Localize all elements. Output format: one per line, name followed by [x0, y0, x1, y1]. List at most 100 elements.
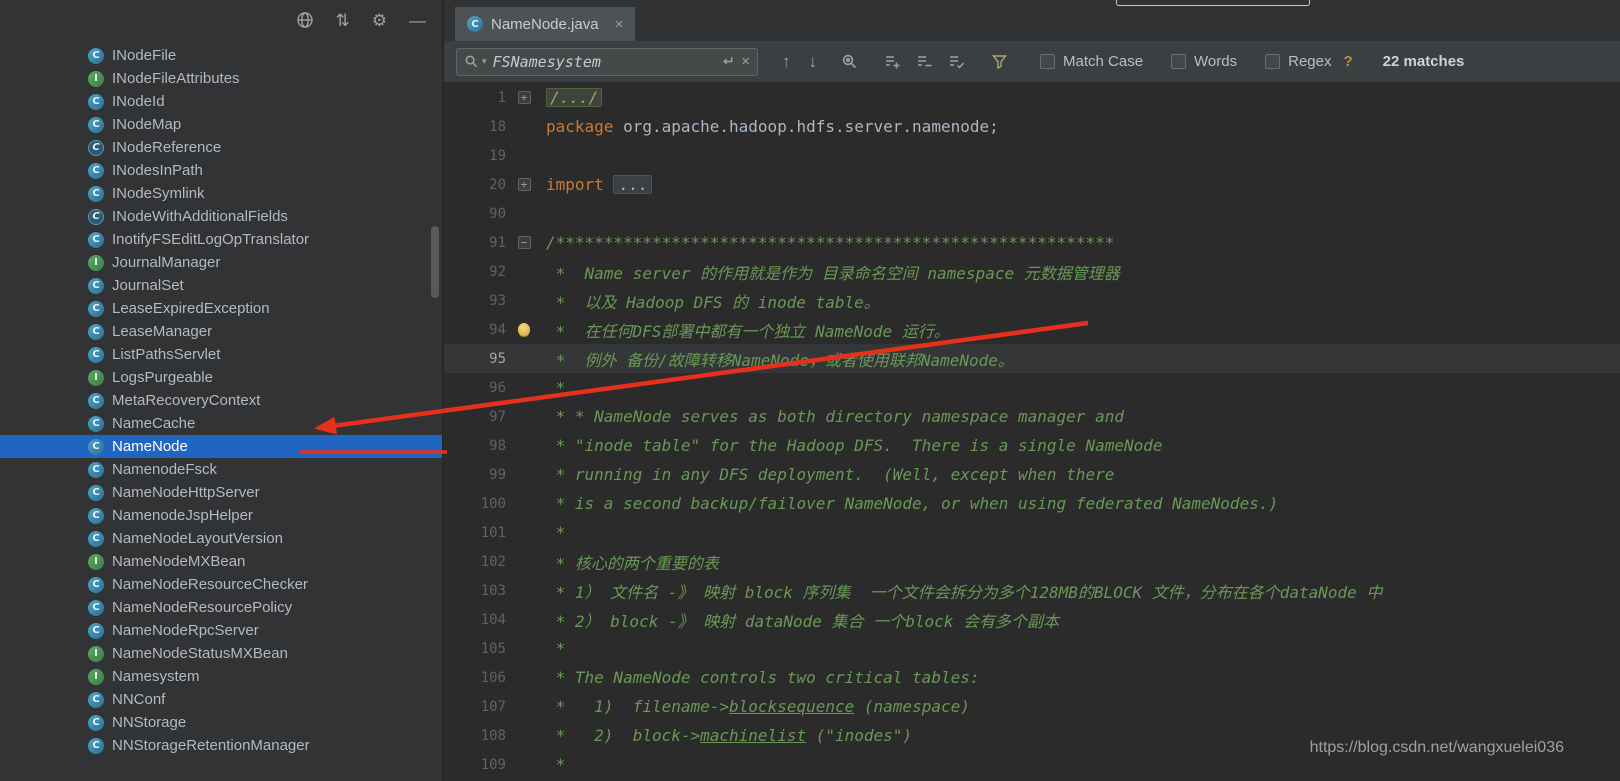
code-line[interactable]: 100 * is a second backup/failover NameNo… — [444, 489, 1620, 518]
option-match-case[interactable]: Match Case — [1040, 53, 1143, 70]
list-item[interactable]: C NameNodeResourceChecker — [0, 573, 442, 596]
list-item[interactable]: C NNStorageRetentionManager — [0, 734, 442, 757]
list-item[interactable]: C NameNodeRpcServer — [0, 619, 442, 642]
search-options-arrow-icon[interactable]: ▾ — [482, 56, 487, 67]
code-line[interactable]: 20 + import ... — [444, 170, 1620, 199]
list-item[interactable]: C INodesInPath — [0, 159, 442, 182]
newline-icon[interactable] — [720, 54, 735, 69]
code-editor[interactable]: 1 + /.../ 18 package org.apache.hadoop.hdfs.… — [444, 83, 1620, 781]
clear-search-icon[interactable]: × — [741, 53, 750, 70]
list-item[interactable]: C NNStorage — [0, 711, 442, 734]
settings-gear-icon[interactable]: ⚙ — [372, 12, 387, 29]
search-input[interactable]: ▾ FSNamesystem × — [456, 47, 758, 76]
option-words[interactable]: Words — [1171, 53, 1237, 70]
list-item[interactable]: C LeaseExpiredException — [0, 297, 442, 320]
line-number[interactable]: 90 — [444, 206, 506, 222]
list-item[interactable]: I INodeFileAttributes — [0, 67, 442, 90]
line-number[interactable]: 93 — [444, 293, 506, 309]
add-selection-icon[interactable] — [884, 53, 901, 70]
list-item[interactable]: C NameCache — [0, 412, 442, 435]
list-item[interactable]: C INodeFile — [0, 44, 442, 67]
line-number[interactable]: 95 — [444, 351, 506, 367]
prev-occurrence-icon[interactable]: ↑ — [782, 52, 791, 72]
line-number[interactable]: 96 — [444, 380, 506, 396]
list-item[interactable]: C NameNode — [0, 435, 442, 458]
code-line[interactable]: 98 * "inode table" for the Hadoop DFS. T… — [444, 431, 1620, 460]
unselect-occurrence-icon[interactable] — [916, 53, 933, 70]
list-item[interactable]: I LogsPurgeable — [0, 366, 442, 389]
line-number[interactable]: 98 — [444, 438, 506, 454]
line-number[interactable]: 1 — [444, 90, 506, 106]
next-occurrence-icon[interactable]: ↓ — [809, 52, 818, 72]
list-item[interactable]: C NamenodeFsck — [0, 458, 442, 481]
list-item[interactable]: C INodeReference — [0, 136, 442, 159]
hide-panel-icon[interactable]: — — [409, 12, 426, 29]
code-line[interactable]: 94 * 在任何DFS部署中都有一个独立 NameNode 运行。 — [444, 315, 1620, 344]
code-line[interactable]: 95 * 例外 备份/故障转移NameNode，或者使用联邦NameNode。 — [444, 344, 1620, 373]
line-number[interactable]: 19 — [444, 148, 506, 164]
fold-collapse-icon[interactable]: − — [517, 236, 531, 249]
code-line[interactable]: 109 * — [444, 750, 1620, 779]
list-item[interactable]: C INodeId — [0, 90, 442, 113]
line-number[interactable]: 101 — [444, 525, 506, 541]
code-line[interactable]: 108 * 2) block->machinelist ("inodes") — [444, 721, 1620, 750]
line-number[interactable]: 20 — [444, 177, 506, 193]
option-regex[interactable]: Regex? — [1265, 53, 1353, 70]
line-number[interactable]: 91 — [444, 235, 506, 251]
code-line[interactable]: 1 + /.../ — [444, 83, 1620, 112]
line-number[interactable]: 94 — [444, 322, 506, 338]
code-line[interactable]: 90 — [444, 199, 1620, 228]
line-number[interactable]: 18 — [444, 119, 506, 135]
list-item[interactable]: C INodeWithAdditionalFields — [0, 205, 442, 228]
find-all-icon[interactable] — [841, 53, 858, 70]
line-number[interactable]: 102 — [444, 554, 506, 570]
code-line[interactable]: 103 * 1） 文件名 -》 映射 block 序列集 一个文件会拆分为多个1… — [444, 576, 1620, 605]
list-item[interactable]: C NameNodeHttpServer — [0, 481, 442, 504]
list-item[interactable]: I JournalManager — [0, 251, 442, 274]
line-number[interactable]: 99 — [444, 467, 506, 483]
list-item[interactable]: C INodeSymlink — [0, 182, 442, 205]
line-number[interactable]: 109 — [444, 757, 506, 773]
code-line[interactable]: 105 * — [444, 634, 1620, 663]
regex-help-icon[interactable]: ? — [1343, 53, 1352, 70]
code-line[interactable]: 107 * 1) filename->blocksequence (namesp… — [444, 692, 1620, 721]
code-line[interactable]: 18 package org.apache.hadoop.hdfs.server.… — [444, 112, 1620, 141]
list-item[interactable]: C NameNodeResourcePolicy — [0, 596, 442, 619]
code-line[interactable]: 102 * 核心的两个重要的表 — [444, 547, 1620, 576]
code-line[interactable]: 106 * The NameNode controls two critical… — [444, 663, 1620, 692]
list-item[interactable]: C MetaRecoveryContext — [0, 389, 442, 412]
list-item[interactable]: C NNConf — [0, 688, 442, 711]
code-line[interactable]: 92 * Name server 的作用就是作为 目录命名空间 namespac… — [444, 257, 1620, 286]
fold-expand-icon[interactable]: + — [517, 178, 531, 191]
search-icon[interactable] — [464, 54, 479, 69]
list-item[interactable]: C INodeMap — [0, 113, 442, 136]
list-item[interactable]: I NameNodeMXBean — [0, 550, 442, 573]
close-tab-icon[interactable]: × — [615, 16, 624, 33]
code-line[interactable]: 97 * * NameNode serves as both directory… — [444, 402, 1620, 431]
line-number[interactable]: 103 — [444, 583, 506, 599]
globe-icon[interactable] — [296, 11, 314, 29]
list-item[interactable]: C NameNodeLayoutVersion — [0, 527, 442, 550]
list-item[interactable]: I Namesystem — [0, 665, 442, 688]
list-item[interactable]: C NamenodeJspHelper — [0, 504, 442, 527]
fold-expand-icon[interactable]: + — [517, 91, 531, 104]
code-line[interactable]: 99 * running in any DFS deployment. (Wel… — [444, 460, 1620, 489]
code-line[interactable]: 93 * 以及 Hadoop DFS 的 inode table。 — [444, 286, 1620, 315]
list-item[interactable]: C JournalSet — [0, 274, 442, 297]
code-line[interactable]: 91− /************************************… — [444, 228, 1620, 257]
code-line[interactable]: 96 * — [444, 373, 1620, 402]
select-all-occurrences-icon[interactable] — [948, 53, 965, 70]
line-number[interactable]: 97 — [444, 409, 506, 425]
checkbox[interactable] — [1265, 54, 1281, 69]
line-number[interactable]: 106 — [444, 670, 506, 686]
checkbox[interactable] — [1040, 54, 1055, 69]
list-item[interactable]: C InotifyFSEditLogOpTranslator — [0, 228, 442, 251]
list-item[interactable]: C ListPathsServlet — [0, 343, 442, 366]
line-number[interactable]: 100 — [444, 496, 506, 512]
line-number[interactable]: 107 — [444, 699, 506, 715]
code-line[interactable]: 104 * 2） block -》 映射 dataNode 集合 一个block… — [444, 605, 1620, 634]
tab-namenode-java[interactable]: C NameNode.java × — [455, 7, 636, 41]
intention-bulb-icon[interactable] — [518, 323, 530, 336]
checkbox[interactable] — [1171, 54, 1187, 69]
list-item[interactable]: C LeaseManager — [0, 320, 442, 343]
